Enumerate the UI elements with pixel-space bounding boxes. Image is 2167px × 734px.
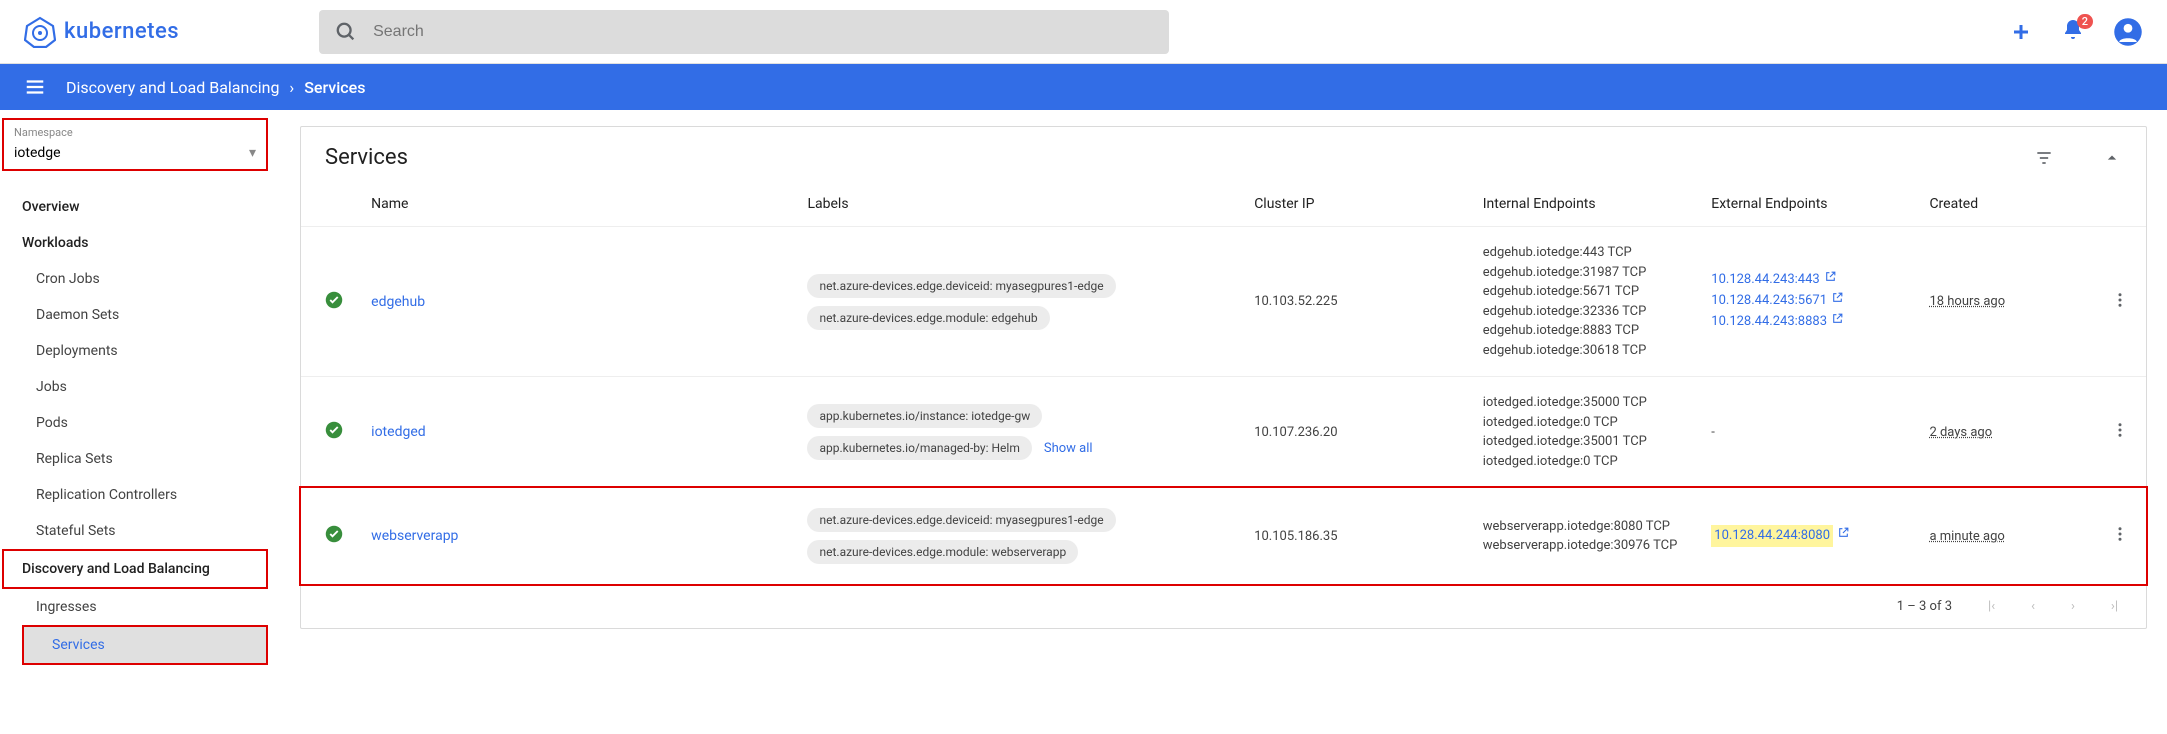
breadcrumb-current: Services bbox=[304, 78, 365, 97]
sidebar-cron-jobs[interactable]: Cron Jobs bbox=[8, 261, 272, 297]
launch-icon bbox=[1824, 270, 1837, 291]
row-menu-icon[interactable] bbox=[2111, 291, 2129, 309]
first-page-icon[interactable]: |‹ bbox=[1988, 599, 1995, 614]
status-ok-icon bbox=[325, 291, 343, 309]
breadcrumb-bar: Discovery and Load Balancing › Services bbox=[0, 64, 2167, 110]
row-menu-icon[interactable] bbox=[2111, 421, 2129, 439]
notifications-icon[interactable]: 2 bbox=[2061, 18, 2085, 46]
namespace-label: Namespace bbox=[14, 126, 256, 139]
table-row: webserverapp net.azure-devices.edge.devic… bbox=[301, 488, 2146, 585]
external-endpoint-link[interactable]: 10.128.44.243:443 bbox=[1711, 270, 1905, 291]
sidebar-stateful-sets[interactable]: Stateful Sets bbox=[8, 513, 272, 549]
column-cluster-ip[interactable]: Cluster IP bbox=[1242, 182, 1471, 227]
pagination: 1 – 3 of 3 |‹ ‹ › ›| bbox=[301, 584, 2146, 628]
service-name-link[interactable]: edgehub bbox=[371, 294, 425, 310]
column-internal-endpoints[interactable]: Internal Endpoints bbox=[1471, 182, 1700, 227]
main-content: Services Name Labels Cluster IP Internal… bbox=[280, 110, 2167, 685]
namespace-value: iotedge bbox=[14, 145, 61, 161]
external-endpoint-link[interactable]: 10.128.44.243:5671 bbox=[1711, 291, 1905, 312]
external-endpoints: - bbox=[1699, 377, 1917, 488]
logo[interactable]: kubernetes bbox=[24, 16, 179, 48]
account-icon[interactable] bbox=[2113, 17, 2143, 47]
sidebar-pods[interactable]: Pods bbox=[8, 405, 272, 441]
cluster-ip: 10.107.236.20 bbox=[1242, 377, 1471, 488]
created-time: a minute ago bbox=[1929, 529, 2004, 544]
cluster-ip: 10.103.52.225 bbox=[1242, 227, 1471, 377]
dropdown-icon: ▾ bbox=[249, 145, 256, 161]
internal-endpoints: webserverapp.iotedge:8080 TCPwebserverap… bbox=[1471, 488, 1700, 585]
search-input[interactable] bbox=[373, 23, 1153, 41]
table-row: edgehub net.azure-devices.edge.deviceid: … bbox=[301, 227, 2146, 377]
status-ok-icon bbox=[325, 421, 343, 439]
kubernetes-logo-icon bbox=[24, 16, 56, 48]
label-chip: net.azure-devices.edge.deviceid: myasegp… bbox=[807, 508, 1115, 532]
cluster-ip: 10.105.186.35 bbox=[1242, 488, 1471, 585]
sidebar-jobs[interactable]: Jobs bbox=[8, 369, 272, 405]
internal-endpoints: edgehub.iotedge:443 TCPedgehub.iotedge:3… bbox=[1471, 227, 1700, 377]
created-time: 2 days ago bbox=[1929, 425, 1992, 440]
sidebar-discovery-lb[interactable]: Discovery and Load Balancing bbox=[2, 549, 268, 589]
service-name-link[interactable]: webserverapp bbox=[371, 528, 458, 544]
sidebar-services[interactable]: Services bbox=[22, 625, 268, 665]
filter-icon[interactable] bbox=[2034, 148, 2054, 168]
label-chip: app.kubernetes.io/instance: iotedge-gw bbox=[807, 404, 1042, 428]
sidebar-deployments[interactable]: Deployments bbox=[8, 333, 272, 369]
card-title: Services bbox=[325, 145, 408, 170]
services-card: Services Name Labels Cluster IP Internal… bbox=[300, 126, 2147, 629]
prev-page-icon[interactable]: ‹ bbox=[2031, 599, 2035, 614]
table-row: iotedged app.kubernetes.io/instance: iote… bbox=[301, 377, 2146, 488]
launch-icon bbox=[1837, 526, 1850, 547]
sidebar-replication-controllers[interactable]: Replication Controllers bbox=[8, 477, 272, 513]
sidebar-daemon-sets[interactable]: Daemon Sets bbox=[8, 297, 272, 333]
sidebar-overview[interactable]: Overview bbox=[8, 189, 272, 225]
sidebar-ingresses[interactable]: Ingresses bbox=[8, 589, 272, 625]
create-icon[interactable] bbox=[2009, 20, 2033, 44]
column-name[interactable]: Name bbox=[359, 182, 795, 227]
next-page-icon[interactable]: › bbox=[2071, 599, 2075, 614]
label-chip: net.azure-devices.edge.deviceid: myasegp… bbox=[807, 274, 1115, 298]
namespace-selector[interactable]: Namespace iotedge ▾ bbox=[2, 118, 268, 171]
row-menu-icon[interactable] bbox=[2111, 525, 2129, 543]
app-header: kubernetes 2 bbox=[0, 0, 2167, 64]
show-all-link[interactable]: Show all bbox=[1044, 441, 1093, 456]
status-ok-icon bbox=[325, 525, 343, 543]
hamburger-menu-icon[interactable] bbox=[24, 76, 46, 98]
sidebar: Namespace iotedge ▾ Overview Workloads C… bbox=[0, 110, 280, 685]
services-table: Name Labels Cluster IP Internal Endpoint… bbox=[301, 182, 2146, 584]
collapse-icon[interactable] bbox=[2102, 148, 2122, 168]
service-name-link[interactable]: iotedged bbox=[371, 424, 425, 440]
logo-text: kubernetes bbox=[64, 19, 179, 44]
search-field[interactable] bbox=[319, 10, 1169, 54]
breadcrumb-parent[interactable]: Discovery and Load Balancing bbox=[66, 78, 279, 97]
sidebar-replica-sets[interactable]: Replica Sets bbox=[8, 441, 272, 477]
breadcrumb-separator-icon: › bbox=[289, 78, 294, 97]
column-labels[interactable]: Labels bbox=[795, 182, 1242, 227]
notification-count: 2 bbox=[2077, 14, 2093, 29]
search-icon bbox=[335, 21, 357, 43]
launch-icon bbox=[1831, 291, 1844, 312]
label-chip: net.azure-devices.edge.module: webserver… bbox=[807, 540, 1078, 564]
header-actions: 2 bbox=[2009, 17, 2143, 47]
last-page-icon[interactable]: ›| bbox=[2111, 599, 2118, 614]
page-info: 1 – 3 of 3 bbox=[1897, 599, 1952, 614]
label-chip: app.kubernetes.io/managed-by: Helm bbox=[807, 436, 1031, 460]
external-endpoints: 10.128.44.243:44310.128.44.243:567110.12… bbox=[1699, 227, 1917, 377]
sidebar-workloads[interactable]: Workloads bbox=[8, 225, 272, 261]
external-endpoint-link[interactable]: 10.128.44.244:8080 bbox=[1711, 525, 1905, 548]
external-endpoint-link[interactable]: 10.128.44.243:8883 bbox=[1711, 312, 1905, 333]
label-chip: net.azure-devices.edge.module: edgehub bbox=[807, 306, 1049, 330]
column-external-endpoints[interactable]: External Endpoints bbox=[1699, 182, 1917, 227]
external-endpoints: 10.128.44.244:8080 bbox=[1699, 488, 1917, 585]
launch-icon bbox=[1831, 312, 1844, 333]
column-created[interactable]: Created bbox=[1917, 182, 2094, 227]
internal-endpoints: iotedged.iotedge:35000 TCPiotedged.ioted… bbox=[1471, 377, 1700, 488]
created-time: 18 hours ago bbox=[1929, 294, 2005, 309]
